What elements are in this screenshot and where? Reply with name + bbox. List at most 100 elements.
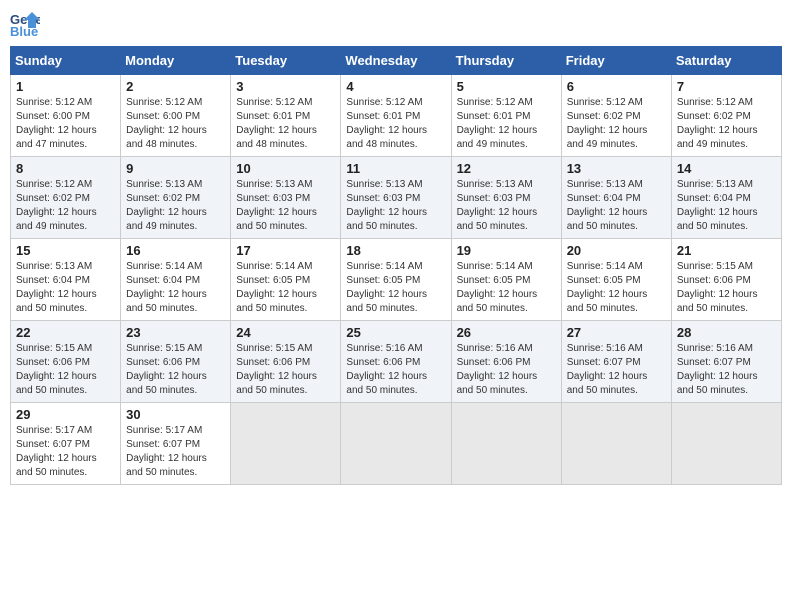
day-info: Sunrise: 5:16 AM Sunset: 6:07 PM Dayligh… — [677, 342, 776, 398]
day-number: 27 — [567, 325, 666, 340]
day-info: Sunrise: 5:12 AM Sunset: 6:02 PM Dayligh… — [677, 96, 776, 152]
day-number: 29 — [16, 407, 115, 422]
day-number: 20 — [567, 243, 666, 258]
logo-icon: General Blue — [10, 10, 40, 38]
day-info: Sunrise: 5:13 AM Sunset: 6:04 PM Dayligh… — [16, 260, 115, 316]
weekday-header-wednesday: Wednesday — [341, 47, 451, 75]
day-info: Sunrise: 5:13 AM Sunset: 6:04 PM Dayligh… — [677, 178, 776, 234]
day-number: 2 — [126, 79, 225, 94]
day-info: Sunrise: 5:13 AM Sunset: 6:02 PM Dayligh… — [126, 178, 225, 234]
calendar-cell: 6 Sunrise: 5:12 AM Sunset: 6:02 PM Daylig… — [561, 75, 671, 157]
day-info: Sunrise: 5:12 AM Sunset: 6:01 PM Dayligh… — [236, 96, 335, 152]
day-info: Sunrise: 5:12 AM Sunset: 6:02 PM Dayligh… — [567, 96, 666, 152]
day-info: Sunrise: 5:17 AM Sunset: 6:07 PM Dayligh… — [16, 424, 115, 480]
day-info: Sunrise: 5:14 AM Sunset: 6:04 PM Dayligh… — [126, 260, 225, 316]
calendar-cell: 23Sunrise: 5:15 AM Sunset: 6:06 PM Dayli… — [121, 321, 231, 403]
day-info: Sunrise: 5:15 AM Sunset: 6:06 PM Dayligh… — [126, 342, 225, 398]
day-number: 18 — [346, 243, 445, 258]
day-number: 22 — [16, 325, 115, 340]
day-number: 10 — [236, 161, 335, 176]
day-number: 8 — [16, 161, 115, 176]
day-info: Sunrise: 5:14 AM Sunset: 6:05 PM Dayligh… — [346, 260, 445, 316]
day-number: 26 — [457, 325, 556, 340]
day-info: Sunrise: 5:16 AM Sunset: 6:07 PM Dayligh… — [567, 342, 666, 398]
day-number: 30 — [126, 407, 225, 422]
day-number: 15 — [16, 243, 115, 258]
calendar-cell: 12Sunrise: 5:13 AM Sunset: 6:03 PM Dayli… — [451, 157, 561, 239]
calendar-week-row: 15 Sunrise: 5:13 AM Sunset: 6:04 PM Dayli… — [11, 239, 782, 321]
calendar-week-row: 29 Sunrise: 5:17 AM Sunset: 6:07 PM Dayli… — [11, 403, 782, 485]
day-info: Sunrise: 5:16 AM Sunset: 6:06 PM Dayligh… — [457, 342, 556, 398]
day-number: 25 — [346, 325, 445, 340]
day-info: Sunrise: 5:14 AM Sunset: 6:05 PM Dayligh… — [457, 260, 556, 316]
day-info: Sunrise: 5:14 AM Sunset: 6:05 PM Dayligh… — [567, 260, 666, 316]
weekday-header-saturday: Saturday — [671, 47, 781, 75]
day-info: Sunrise: 5:13 AM Sunset: 6:03 PM Dayligh… — [236, 178, 335, 234]
day-number: 17 — [236, 243, 335, 258]
day-number: 28 — [677, 325, 776, 340]
calendar-cell: 11Sunrise: 5:13 AM Sunset: 6:03 PM Dayli… — [341, 157, 451, 239]
calendar-cell: 18 Sunrise: 5:14 AM Sunset: 6:05 PM Dayli… — [341, 239, 451, 321]
calendar-cell: 1Sunrise: 5:12 AM Sunset: 6:00 PM Daylig… — [11, 75, 121, 157]
calendar-cell: 5Sunrise: 5:12 AM Sunset: 6:01 PM Daylig… — [451, 75, 561, 157]
calendar-cell: 4 Sunrise: 5:12 AM Sunset: 6:01 PM Daylig… — [341, 75, 451, 157]
calendar-cell: 26 Sunrise: 5:16 AM Sunset: 6:06 PM Dayli… — [451, 321, 561, 403]
calendar-cell: 25 Sunrise: 5:16 AM Sunset: 6:06 PM Dayli… — [341, 321, 451, 403]
calendar-header-row: SundayMondayTuesdayWednesdayThursdayFrid… — [11, 47, 782, 75]
day-info: Sunrise: 5:15 AM Sunset: 6:06 PM Dayligh… — [236, 342, 335, 398]
day-info: Sunrise: 5:15 AM Sunset: 6:06 PM Dayligh… — [16, 342, 115, 398]
calendar-cell: 21 Sunrise: 5:15 AM Sunset: 6:06 PM Dayli… — [671, 239, 781, 321]
day-info: Sunrise: 5:12 AM Sunset: 6:01 PM Dayligh… — [346, 96, 445, 152]
calendar-cell: 13 Sunrise: 5:13 AM Sunset: 6:04 PM Dayli… — [561, 157, 671, 239]
day-info: Sunrise: 5:17 AM Sunset: 6:07 PM Dayligh… — [126, 424, 225, 480]
calendar-cell: 27 Sunrise: 5:16 AM Sunset: 6:07 PM Dayli… — [561, 321, 671, 403]
calendar-cell: 16 Sunrise: 5:14 AM Sunset: 6:04 PM Dayli… — [121, 239, 231, 321]
day-number: 13 — [567, 161, 666, 176]
calendar-cell: 17 Sunrise: 5:14 AM Sunset: 6:05 PM Dayli… — [231, 239, 341, 321]
calendar-cell: 9 Sunrise: 5:13 AM Sunset: 6:02 PM Daylig… — [121, 157, 231, 239]
day-number: 16 — [126, 243, 225, 258]
calendar-week-row: 8 Sunrise: 5:12 AM Sunset: 6:02 PM Daylig… — [11, 157, 782, 239]
calendar-week-row: 1 Sunrise: 5:12 AM Sunset: 6:00 PM Daylig… — [11, 75, 782, 157]
calendar-cell — [341, 403, 451, 485]
calendar-table: SundayMondayTuesdayWednesdayThursdayFrid… — [10, 46, 782, 485]
calendar-cell: 28 Sunrise: 5:16 AM Sunset: 6:07 PM Dayli… — [671, 321, 781, 403]
day-number: 14 — [677, 161, 776, 176]
calendar-cell: 30 Sunrise: 5:17 AM Sunset: 6:07 PM Dayli… — [121, 403, 231, 485]
calendar-cell: 10 Sunrise: 5:13 AM Sunset: 6:03 PM Dayli… — [231, 157, 341, 239]
day-number: 6 — [567, 79, 666, 94]
calendar-cell — [671, 403, 781, 485]
day-info: Sunrise: 5:12 AM Sunset: 6:02 PM Dayligh… — [16, 178, 115, 234]
day-number: 24 — [236, 325, 335, 340]
day-info: Sunrise: 5:13 AM Sunset: 6:03 PM Dayligh… — [457, 178, 556, 234]
day-number: 7 — [677, 79, 776, 94]
day-number: 3 — [236, 79, 335, 94]
calendar-cell: 2 Sunrise: 5:12 AM Sunset: 6:00 PM Daylig… — [121, 75, 231, 157]
day-info: Sunrise: 5:12 AM Sunset: 6:01 PM Dayligh… — [457, 96, 556, 152]
day-info: Sunrise: 5:15 AM Sunset: 6:06 PM Dayligh… — [677, 260, 776, 316]
calendar-cell: 22 Sunrise: 5:15 AM Sunset: 6:06 PM Dayli… — [11, 321, 121, 403]
day-info: Sunrise: 5:12 AM Sunset: 6:00 PM Dayligh… — [126, 96, 225, 152]
calendar-week-row: 22 Sunrise: 5:15 AM Sunset: 6:06 PM Dayli… — [11, 321, 782, 403]
weekday-header-friday: Friday — [561, 47, 671, 75]
day-number: 1 — [16, 79, 115, 94]
day-number: 11 — [346, 161, 445, 176]
calendar-cell: 8 Sunrise: 5:12 AM Sunset: 6:02 PM Daylig… — [11, 157, 121, 239]
day-info: Sunrise: 5:13 AM Sunset: 6:04 PM Dayligh… — [567, 178, 666, 234]
weekday-header-monday: Monday — [121, 47, 231, 75]
calendar-cell — [561, 403, 671, 485]
day-info: Sunrise: 5:14 AM Sunset: 6:05 PM Dayligh… — [236, 260, 335, 316]
day-number: 21 — [677, 243, 776, 258]
calendar-cell: 29 Sunrise: 5:17 AM Sunset: 6:07 PM Dayli… — [11, 403, 121, 485]
day-number: 9 — [126, 161, 225, 176]
calendar-cell: 20 Sunrise: 5:14 AM Sunset: 6:05 PM Dayli… — [561, 239, 671, 321]
calendar-cell — [451, 403, 561, 485]
calendar-cell: 19Sunrise: 5:14 AM Sunset: 6:05 PM Dayli… — [451, 239, 561, 321]
day-number: 4 — [346, 79, 445, 94]
logo: General Blue — [10, 10, 44, 38]
calendar-cell — [231, 403, 341, 485]
calendar-cell: 7 Sunrise: 5:12 AM Sunset: 6:02 PM Daylig… — [671, 75, 781, 157]
calendar-cell: 24 Sunrise: 5:15 AM Sunset: 6:06 PM Dayli… — [231, 321, 341, 403]
calendar-cell: 3 Sunrise: 5:12 AM Sunset: 6:01 PM Daylig… — [231, 75, 341, 157]
day-info: Sunrise: 5:16 AM Sunset: 6:06 PM Dayligh… — [346, 342, 445, 398]
